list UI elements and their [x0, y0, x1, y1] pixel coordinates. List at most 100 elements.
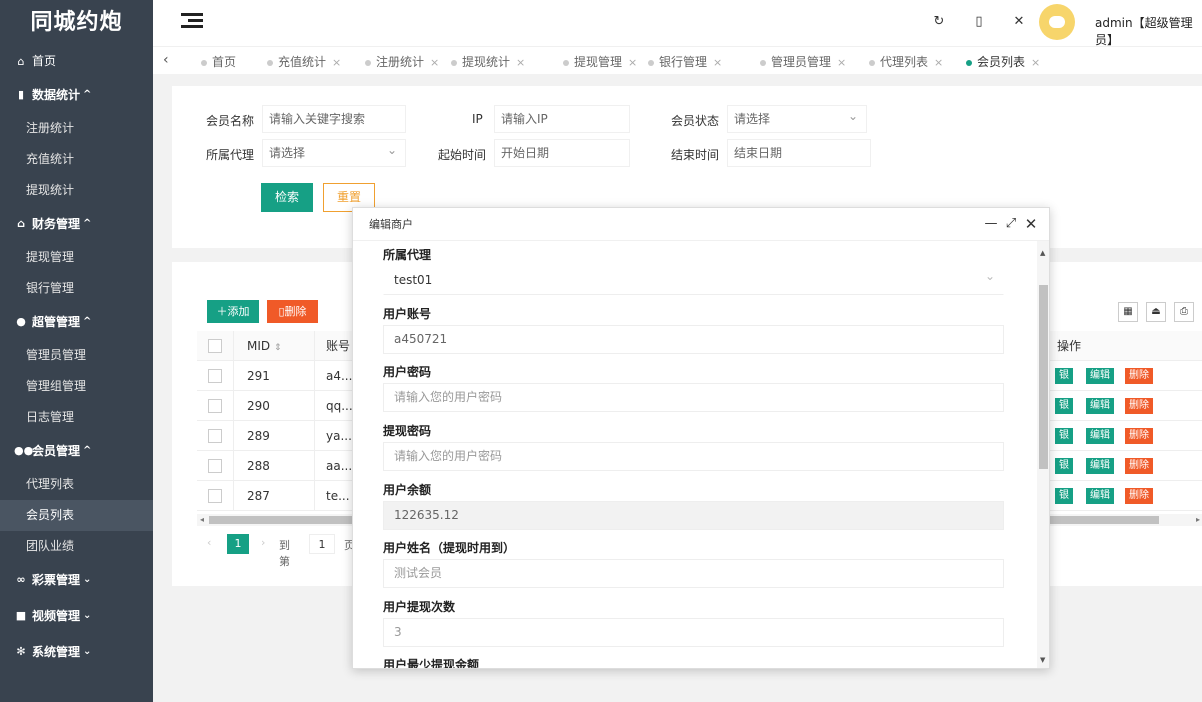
close-icon[interactable]: ×: [516, 56, 525, 69]
refresh-icon[interactable]: ↻: [931, 14, 947, 30]
status-select[interactable]: 请选择: [727, 103, 867, 133]
tab-home[interactable]: 首页: [201, 53, 236, 70]
delete-button[interactable]: 删除: [1125, 368, 1153, 384]
select-all-checkbox[interactable]: [208, 339, 222, 353]
sidebar-group-lottery[interactable]: ∞ 彩票管理 ⌄: [0, 562, 153, 598]
sidebar-group-system[interactable]: ✻ 系统管理 ⌄: [0, 634, 153, 670]
scrollbar-thumb[interactable]: [1039, 285, 1048, 469]
end-date-input[interactable]: 结束日期: [727, 139, 871, 167]
delete-button[interactable]: 删除: [1125, 488, 1153, 504]
edit-button[interactable]: 编辑: [1086, 488, 1114, 504]
batch-delete-button[interactable]: ▯删除: [267, 300, 318, 323]
scroll-up-icon[interactable]: ▲: [1040, 249, 1045, 257]
delete-button[interactable]: 删除: [1125, 458, 1153, 474]
tab-label: 提现管理: [574, 55, 623, 69]
current-page[interactable]: 1: [227, 534, 249, 554]
agent-select[interactable]: 请选择: [262, 137, 406, 167]
minimize-icon[interactable]: —: [983, 216, 999, 232]
chevron-left-icon[interactable]: ‹: [163, 52, 169, 68]
edit-button[interactable]: 编辑: [1086, 458, 1114, 474]
scroll-left-icon[interactable]: ◂: [200, 514, 204, 526]
edit-button[interactable]: 编辑: [1086, 398, 1114, 414]
sidebar-item-withdraw-stats[interactable]: 提现统计: [0, 175, 153, 206]
sidebar-group-finance[interactable]: ⌂ 财务管理 ^: [0, 206, 153, 242]
bank-button[interactable]: 银: [1055, 428, 1073, 444]
dialog-vertical-scrollbar[interactable]: ▲ ▼: [1037, 241, 1049, 668]
close-icon[interactable]: ×: [713, 56, 722, 69]
columns-icon[interactable]: ▦: [1118, 302, 1138, 322]
tab-withdraw-stats[interactable]: 提现统计 ×: [451, 53, 525, 70]
tab-withdraw-manage[interactable]: 提现管理 ×: [563, 53, 637, 70]
sidebar-item-member-list[interactable]: 会员列表: [0, 500, 153, 531]
member-name-input[interactable]: 请输入关键字搜索: [262, 105, 406, 133]
delete-button[interactable]: 删除: [1125, 428, 1153, 444]
sidebar-item-home[interactable]: ⌂ 首页: [0, 46, 153, 77]
scroll-right-icon[interactable]: ▸: [1196, 514, 1200, 526]
sidebar-item-team-performance[interactable]: 团队业绩: [0, 531, 153, 562]
tab-recharge-stats[interactable]: 充值统计 ×: [267, 53, 341, 70]
search-button[interactable]: 检索: [261, 183, 313, 212]
tab-agent-list[interactable]: 代理列表 ×: [869, 53, 943, 70]
edit-button[interactable]: 编辑: [1086, 368, 1114, 384]
close-icon[interactable]: ×: [934, 56, 943, 69]
export-icon[interactable]: ⏏: [1146, 302, 1166, 322]
row-checkbox[interactable]: [208, 369, 222, 383]
mid-header[interactable]: MID ⇕: [247, 331, 282, 361]
row-checkbox[interactable]: [208, 429, 222, 443]
maximize-icon[interactable]: ⤢: [1003, 216, 1019, 232]
menu-toggle-icon[interactable]: [181, 13, 203, 31]
sidebar-item-admin-manage[interactable]: 管理员管理: [0, 340, 153, 371]
row-checkbox[interactable]: [208, 459, 222, 473]
sidebar-item-withdraw-manage[interactable]: 提现管理: [0, 242, 153, 273]
fullscreen-icon[interactable]: ✕: [1011, 14, 1027, 30]
sidebar-item-register-stats[interactable]: 注册统计: [0, 113, 153, 144]
prev-page-icon[interactable]: ‹: [207, 536, 211, 549]
goto-page-input[interactable]: 1: [309, 534, 335, 554]
account-field-label: 用户账号: [383, 307, 432, 321]
sidebar-item-log-manage[interactable]: 日志管理: [0, 402, 153, 433]
trash-icon[interactable]: ▯: [971, 14, 987, 30]
edit-button[interactable]: 编辑: [1086, 428, 1114, 444]
tab-member-list[interactable]: 会员列表 ×: [966, 53, 1040, 70]
sidebar-item-agent-list[interactable]: 代理列表: [0, 469, 153, 500]
close-icon[interactable]: ✕: [1023, 216, 1039, 232]
admin-name[interactable]: admin【超级管理员】: [1095, 14, 1202, 48]
delete-button[interactable]: 删除: [1125, 398, 1153, 414]
add-button[interactable]: ＋添加: [207, 300, 259, 323]
close-icon[interactable]: ×: [430, 56, 439, 69]
close-icon[interactable]: ×: [332, 56, 341, 69]
sidebar-group-stats[interactable]: ▮ 数据统计 ^: [0, 77, 153, 113]
bank-button[interactable]: 银: [1055, 398, 1073, 414]
sidebar-group-members[interactable]: ●● 会员管理 ^: [0, 433, 153, 469]
scroll-down-icon[interactable]: ▼: [1040, 656, 1045, 664]
ip-input[interactable]: 请输入IP: [494, 105, 630, 133]
sidebar-item-group-manage[interactable]: 管理组管理: [0, 371, 153, 402]
start-date-input[interactable]: 开始日期: [494, 139, 630, 167]
bank-button[interactable]: 银: [1055, 368, 1073, 384]
close-icon[interactable]: ×: [837, 56, 846, 69]
close-icon[interactable]: ×: [1031, 56, 1040, 69]
tab-admin-manage[interactable]: 管理员管理 ×: [760, 53, 846, 70]
account-field-input[interactable]: a450721: [383, 325, 1004, 354]
sidebar-group-video[interactable]: ■ 视频管理 ⌄: [0, 598, 153, 634]
agent-field-select[interactable]: test01: [383, 263, 1004, 295]
bank-button[interactable]: 银: [1055, 458, 1073, 474]
row-checkbox[interactable]: [208, 399, 222, 413]
sidebar-item-bank-manage[interactable]: 银行管理: [0, 273, 153, 304]
withdraw-password-input[interactable]: 请输入您的用户密码: [383, 442, 1004, 471]
row-checkbox[interactable]: [208, 489, 222, 503]
sidebar-group-label: 系统管理: [32, 645, 81, 659]
sidebar-group-admin[interactable]: ● 超管管理 ^: [0, 304, 153, 340]
sort-icon[interactable]: ⇕: [274, 343, 282, 353]
close-icon[interactable]: ×: [628, 56, 637, 69]
avatar[interactable]: [1039, 4, 1075, 40]
next-page-icon[interactable]: ›: [261, 536, 265, 549]
tab-bank-manage[interactable]: 银行管理 ×: [648, 53, 722, 70]
password-field-input[interactable]: 请输入您的用户密码: [383, 383, 1004, 412]
print-icon[interactable]: ⎙: [1174, 302, 1194, 322]
sidebar-item-recharge-stats[interactable]: 充值统计: [0, 144, 153, 175]
tab-register-stats[interactable]: 注册统计 ×: [365, 53, 439, 70]
bank-button[interactable]: 银: [1055, 488, 1073, 504]
realname-field-input[interactable]: 测试会员: [383, 559, 1004, 588]
withdraw-count-input[interactable]: 3: [383, 618, 1004, 647]
